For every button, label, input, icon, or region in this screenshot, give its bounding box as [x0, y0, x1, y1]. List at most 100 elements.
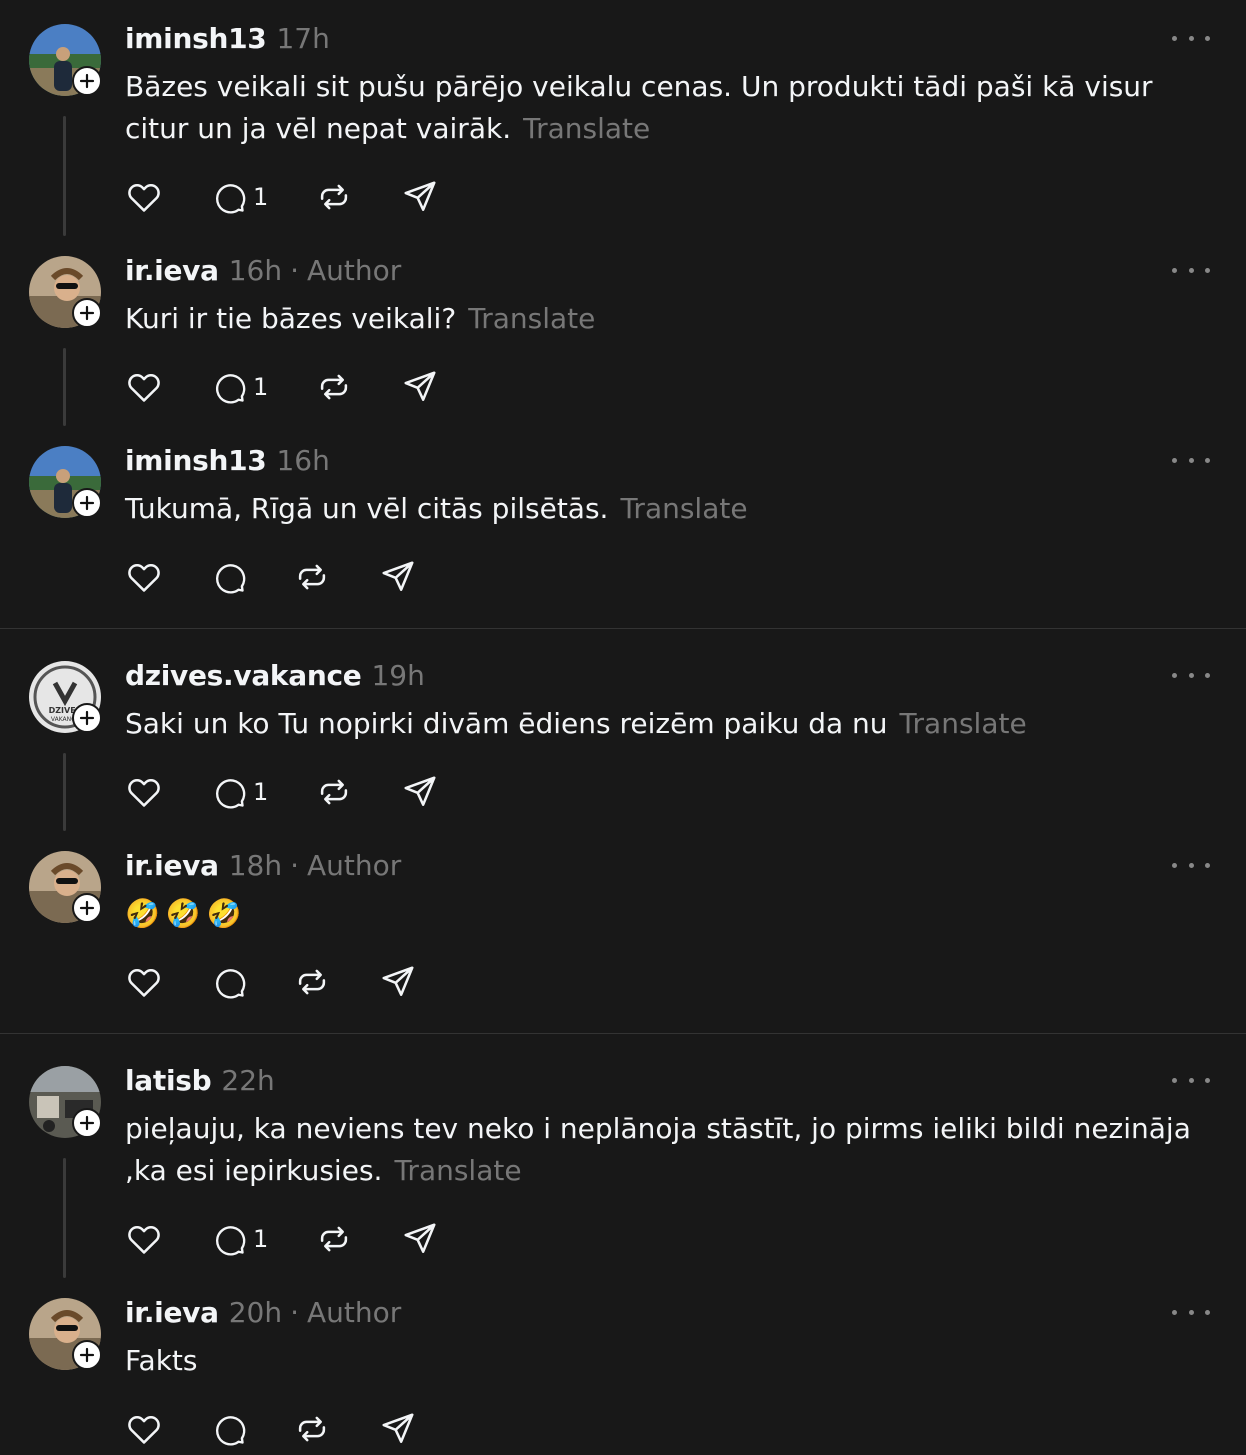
repost-button[interactable]: [315, 367, 353, 407]
like-button[interactable]: [125, 557, 163, 597]
comment-icon: [215, 969, 246, 999]
reply-button[interactable]: 1: [211, 772, 268, 812]
avatar[interactable]: [29, 446, 102, 518]
post-header: ir.ieva 20h · Author: [125, 1296, 401, 1330]
avatar[interactable]: [29, 256, 102, 328]
like-button[interactable]: [125, 772, 163, 812]
share-icon: [404, 776, 436, 806]
more-icon[interactable]: [1172, 28, 1210, 48]
repost-button[interactable]: [293, 557, 331, 597]
share-button[interactable]: [379, 962, 417, 1002]
reply-button[interactable]: 1: [211, 367, 268, 407]
more-icon[interactable]: [1172, 1302, 1210, 1322]
more-icon[interactable]: [1172, 260, 1210, 280]
repost-button[interactable]: [315, 1219, 353, 1259]
reply-button[interactable]: [211, 962, 247, 1002]
follow-plus-icon[interactable]: [72, 66, 102, 96]
username[interactable]: iminsh13: [125, 22, 267, 55]
translate-link[interactable]: Translate: [523, 112, 650, 145]
repost-icon: [298, 564, 326, 590]
timestamp[interactable]: 20h: [229, 1296, 282, 1329]
post-text: Kuri ir tie bāzes veikali? Translate: [125, 298, 1220, 340]
like-button[interactable]: [125, 1219, 163, 1259]
translate-link[interactable]: Translate: [900, 707, 1027, 740]
post-header: iminsh13 16h: [125, 444, 330, 478]
follow-plus-icon[interactable]: [72, 1108, 102, 1138]
translate-link[interactable]: Translate: [394, 1154, 521, 1187]
more-icon[interactable]: [1172, 450, 1210, 470]
share-button[interactable]: [401, 1219, 439, 1259]
post-header: latisb 22h: [125, 1064, 275, 1098]
avatar[interactable]: [29, 1298, 102, 1370]
reply-button[interactable]: 1: [211, 177, 268, 217]
follow-plus-icon[interactable]: [72, 1340, 102, 1370]
emoji: 🤣: [206, 897, 242, 930]
repost-button[interactable]: [293, 1409, 331, 1449]
repost-icon: [298, 1416, 326, 1442]
thread-line: [63, 116, 66, 236]
share-button[interactable]: [379, 1409, 417, 1449]
post-text: Bāzes veikali sit pušu pārējo veikalu ce…: [125, 66, 1220, 150]
reply-button[interactable]: [211, 557, 247, 597]
repost-icon: [320, 779, 348, 805]
like-button[interactable]: [125, 1409, 163, 1449]
reply-button[interactable]: 1: [211, 1219, 268, 1259]
timestamp[interactable]: 19h: [371, 659, 424, 692]
translate-link[interactable]: Translate: [620, 492, 747, 525]
separator: ·: [290, 254, 299, 287]
timestamp[interactable]: 16h: [229, 254, 282, 287]
share-button[interactable]: [401, 772, 439, 812]
timestamp[interactable]: 18h: [229, 849, 282, 882]
avatar[interactable]: [29, 851, 102, 923]
share-button[interactable]: [401, 177, 439, 217]
repost-icon: [320, 374, 348, 400]
share-button[interactable]: [379, 557, 417, 597]
thread-line: [63, 348, 66, 426]
more-icon[interactable]: [1172, 855, 1210, 875]
reply-count: 1: [253, 778, 269, 806]
timestamp[interactable]: 22h: [221, 1064, 274, 1097]
share-button[interactable]: [401, 367, 439, 407]
avatar[interactable]: [29, 24, 102, 96]
like-button[interactable]: [125, 962, 163, 1002]
heart-icon: [128, 1416, 160, 1444]
repost-icon: [320, 1226, 348, 1252]
follow-plus-icon[interactable]: [72, 893, 102, 923]
timestamp[interactable]: 17h: [276, 22, 329, 55]
repost-icon: [320, 184, 348, 210]
post-text: Saki un ko Tu nopirki divām ēdiens reizē…: [125, 703, 1220, 745]
repost-button[interactable]: [315, 177, 353, 217]
avatar[interactable]: [29, 1066, 102, 1138]
reply-count: 1: [253, 373, 269, 401]
emoji: 🤣: [125, 897, 160, 930]
follow-plus-icon[interactable]: [72, 703, 102, 733]
username[interactable]: dzives.vakance: [125, 659, 362, 692]
username[interactable]: iminsh13: [125, 444, 267, 477]
username[interactable]: ir.ieva: [125, 254, 219, 287]
post-text: 🤣 🤣 🤣: [125, 893, 1220, 935]
more-icon[interactable]: [1172, 665, 1210, 685]
thread-divider: [0, 1033, 1246, 1034]
reply-button[interactable]: [211, 1409, 247, 1449]
more-icon[interactable]: [1172, 1070, 1210, 1090]
avatar[interactable]: DZIVES VAKANCE: [29, 661, 102, 733]
follow-plus-icon[interactable]: [72, 298, 102, 328]
author-badge: Author: [306, 1296, 402, 1329]
repost-button[interactable]: [293, 962, 331, 1002]
username[interactable]: ir.ieva: [125, 1296, 219, 1329]
like-button[interactable]: [125, 177, 163, 217]
post-body: Tukumā, Rīgā un vēl citās pilsētās.: [125, 492, 609, 525]
username[interactable]: latisb: [125, 1064, 212, 1097]
author-badge: Author: [306, 254, 402, 287]
share-icon: [382, 561, 414, 591]
repost-button[interactable]: [315, 772, 353, 812]
thread-line: [63, 1158, 66, 1278]
thread-divider: [0, 628, 1246, 629]
separator: ·: [290, 849, 299, 882]
username[interactable]: ir.ieva: [125, 849, 219, 882]
timestamp[interactable]: 16h: [276, 444, 329, 477]
author-badge: Author: [306, 849, 402, 882]
follow-plus-icon[interactable]: [72, 488, 102, 518]
like-button[interactable]: [125, 367, 163, 407]
translate-link[interactable]: Translate: [468, 302, 595, 335]
